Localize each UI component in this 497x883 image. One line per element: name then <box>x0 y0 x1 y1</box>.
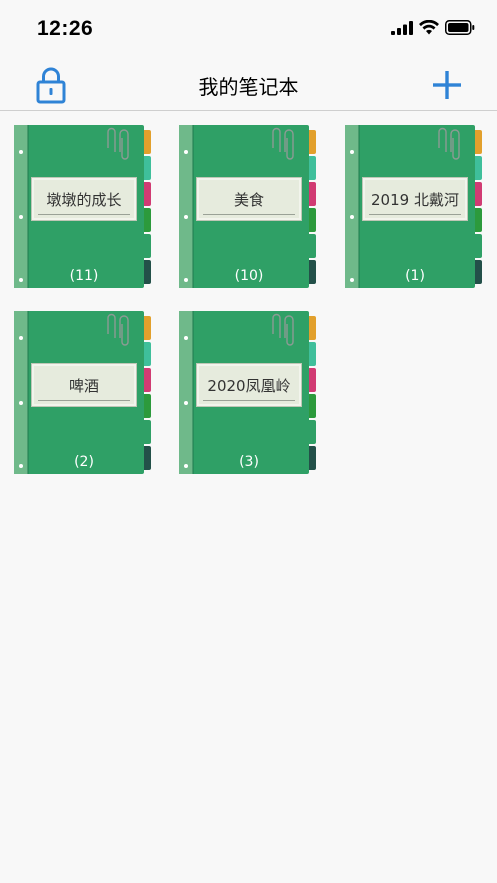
wifi-icon <box>419 20 439 35</box>
notebook-count: (2) <box>74 454 94 470</box>
status-bar: 12:26 <box>0 0 497 58</box>
add-notebook-button[interactable] <box>430 68 464 102</box>
notebook-title: 啤酒 <box>31 363 137 407</box>
page-title: 我的笔记本 <box>198 75 299 99</box>
status-time: 12:26 <box>37 17 94 40</box>
notebook-title: 2019 北戴河 <box>362 177 468 221</box>
notebook-count: (3) <box>239 454 259 470</box>
battery-icon <box>445 20 475 35</box>
notebook-card[interactable]: 墩墩的成长 (11) <box>14 122 154 292</box>
notebook-card[interactable]: 美食 (10) <box>179 122 319 292</box>
cellular-signal-icon <box>391 20 413 35</box>
notebook-count: (10) <box>234 268 264 284</box>
notebook-title: 美食 <box>196 177 302 221</box>
notebook-card[interactable]: 2020凤凰岭 (3) <box>179 308 319 478</box>
notebook-count: (11) <box>69 268 99 284</box>
notebook-card[interactable]: 2019 北戴河 (1) <box>345 122 485 292</box>
status-icons <box>391 20 475 35</box>
notebook-title: 2020凤凰岭 <box>196 363 302 407</box>
plus-icon <box>433 71 461 99</box>
notebook-card[interactable]: 啤酒 (2) <box>14 308 154 478</box>
notebook-title: 墩墩的成长 <box>31 177 137 221</box>
notebook-count: (1) <box>405 268 425 284</box>
navigation-bar: 我的笔记本 <box>0 58 497 111</box>
